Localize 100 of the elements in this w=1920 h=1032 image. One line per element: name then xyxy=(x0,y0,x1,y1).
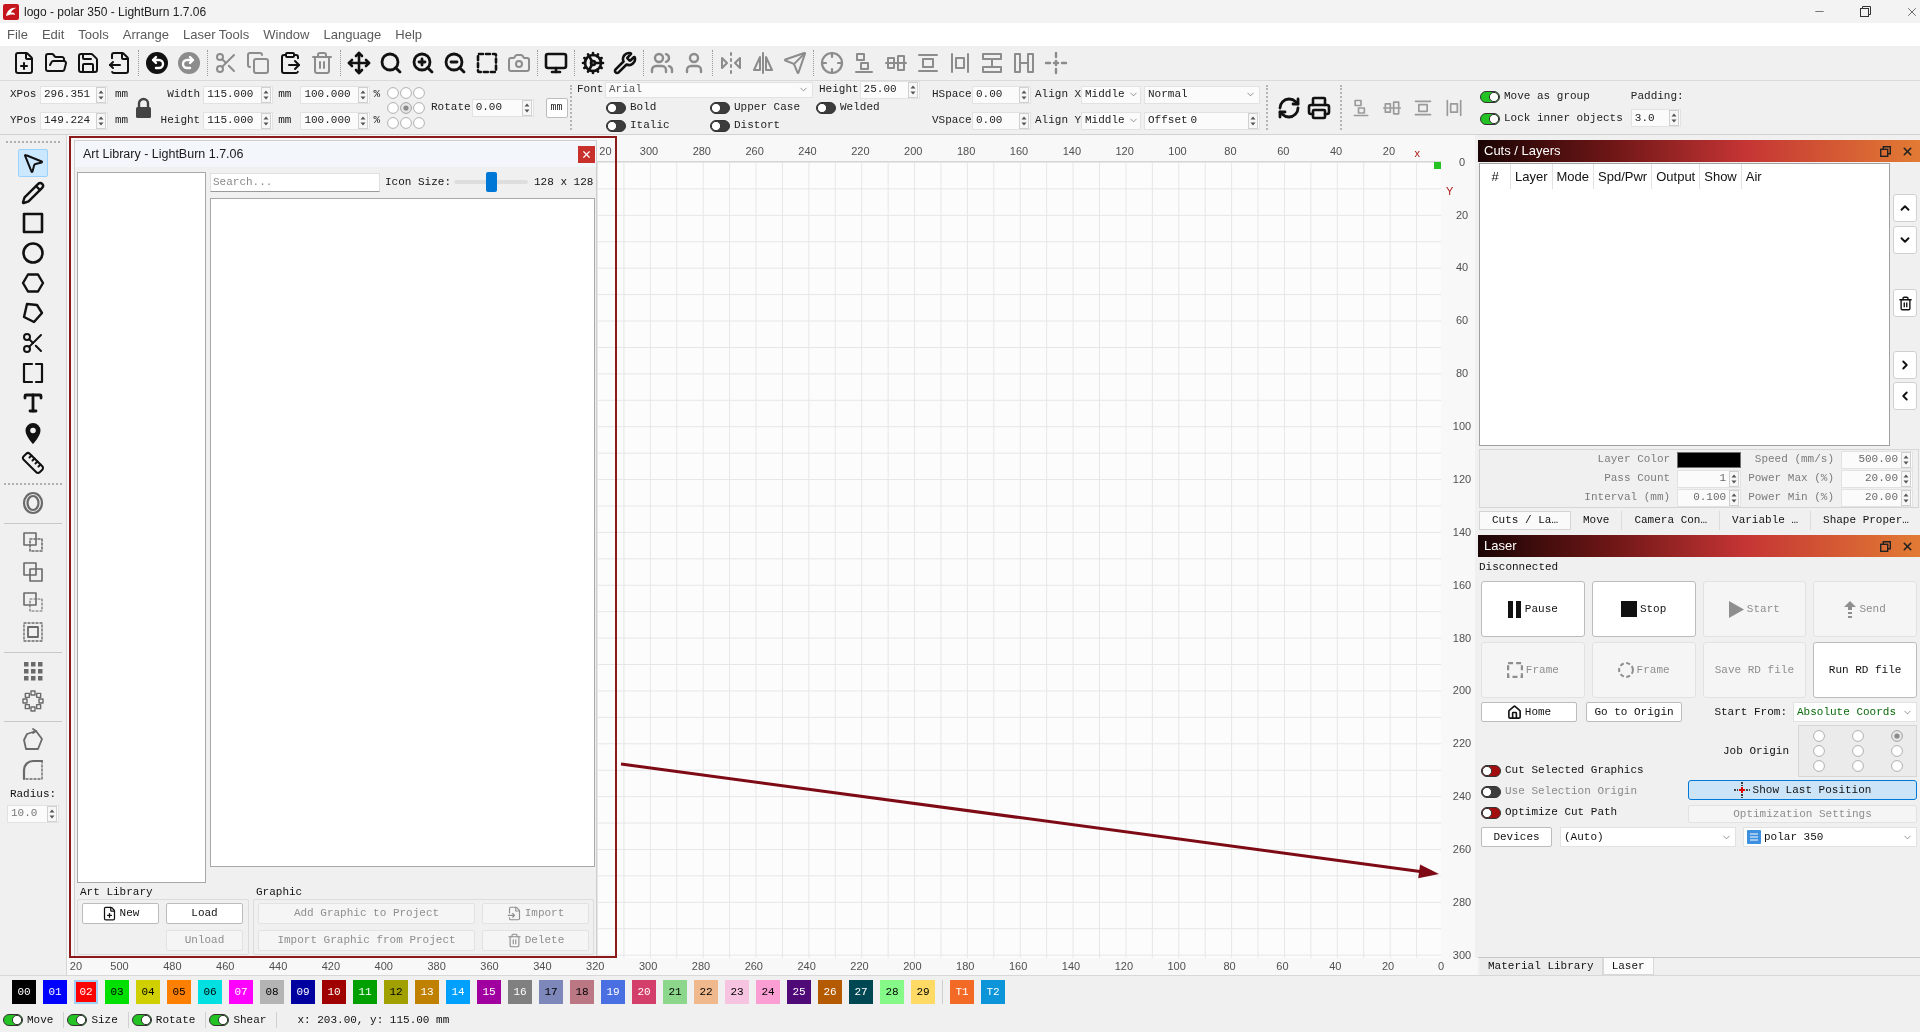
zoom-out-icon[interactable] xyxy=(443,51,467,75)
spin-arrows-icon[interactable] xyxy=(907,81,918,98)
spin-arrows-icon[interactable] xyxy=(358,86,369,103)
radio-button[interactable] xyxy=(1851,760,1864,773)
layer-color-button[interactable]: 21 xyxy=(663,980,687,1004)
magnifier-icon[interactable] xyxy=(379,51,403,75)
restore-icon[interactable] xyxy=(1880,540,1891,552)
radius-field[interactable]: 10.0 xyxy=(7,804,59,823)
menu-item[interactable]: Laser Tools xyxy=(175,24,257,45)
option-toggle[interactable]: Lock inner objects xyxy=(1480,110,1623,127)
layer-color-button[interactable]: 29 xyxy=(911,980,935,1004)
spacing-field[interactable]: 0.00 xyxy=(972,111,1031,130)
search-field[interactable]: Search... xyxy=(210,172,380,192)
option-toggle[interactable]: Move xyxy=(3,1012,54,1028)
zoom-in-icon[interactable] xyxy=(411,51,435,75)
layer-color-button[interactable]: 18 xyxy=(570,980,594,1004)
radio-button[interactable] xyxy=(400,101,412,114)
menu-item[interactable]: Tools xyxy=(71,24,116,45)
delete-button[interactable] xyxy=(1893,289,1917,317)
spin-arrows-icon[interactable] xyxy=(1729,489,1740,506)
menu-item[interactable]: Help xyxy=(388,24,430,45)
layer-color-button[interactable]: 04 xyxy=(136,980,160,1004)
layer-color-button[interactable]: 10 xyxy=(322,980,346,1004)
layer-color-button[interactable]: 15 xyxy=(477,980,501,1004)
layer-color-button[interactable]: 17 xyxy=(539,980,563,1004)
spin-arrows-icon[interactable] xyxy=(1668,109,1679,126)
radio-button[interactable] xyxy=(413,86,425,99)
layer-color-button[interactable]: 01 xyxy=(43,980,67,1004)
layer-color-button[interactable]: 00 xyxy=(12,980,36,1004)
menu-item[interactable]: Arrange xyxy=(115,24,176,45)
dock-tab[interactable]: Laser xyxy=(1602,958,1654,975)
spin-arrows-icon[interactable] xyxy=(1901,451,1911,468)
spin-arrows-icon[interactable] xyxy=(47,805,57,822)
radio-button[interactable] xyxy=(387,86,399,99)
layer-color-button[interactable]: 06 xyxy=(198,980,222,1004)
move-up-button[interactable] xyxy=(1893,194,1917,222)
move-down-button[interactable] xyxy=(1893,226,1917,254)
option-toggle[interactable]: Rotate xyxy=(131,1012,196,1028)
option-toggle[interactable]: Move as group xyxy=(1480,88,1623,105)
spin-arrows-icon[interactable] xyxy=(1019,112,1029,129)
layer-color-button[interactable]: 19 xyxy=(601,980,625,1004)
radio-button[interactable] xyxy=(1890,760,1903,773)
nav-button[interactable]: Go to Origin xyxy=(1586,702,1682,722)
laser-button[interactable]: Run RD file xyxy=(1813,642,1917,698)
radio-button[interactable] xyxy=(400,86,412,99)
layer-color-button[interactable]: 05 xyxy=(167,980,191,1004)
setting-field[interactable]: 20.00 xyxy=(1841,469,1913,488)
monitor-icon[interactable] xyxy=(544,51,568,75)
layer-color-button[interactable]: 28 xyxy=(880,980,904,1004)
size-field[interactable]: 115.000 xyxy=(203,111,274,130)
library-button[interactable]: Load xyxy=(166,903,243,924)
position-field[interactable]: 296.351 xyxy=(40,85,108,104)
folder-icon[interactable] xyxy=(44,51,68,75)
restore-icon[interactable] xyxy=(1860,6,1871,17)
dashed-square-icon[interactable] xyxy=(475,51,499,75)
radio-button[interactable] xyxy=(387,101,399,114)
column-header[interactable]: Air xyxy=(1741,164,1766,189)
rotate-field[interactable]: 0.00 xyxy=(471,98,534,117)
clipboard-icon[interactable] xyxy=(278,51,302,75)
layer-color-button[interactable]: 25 xyxy=(787,980,811,1004)
padlock-icon[interactable] xyxy=(135,96,153,119)
align-dropdown[interactable]: Middle xyxy=(1081,111,1141,130)
nav-button[interactable]: Home xyxy=(1481,702,1577,722)
restore-icon[interactable] xyxy=(1880,145,1891,157)
spin-arrows-icon[interactable] xyxy=(1729,470,1740,487)
column-header[interactable]: # xyxy=(1480,164,1511,189)
mode-dropdown[interactable]: Normal xyxy=(1144,85,1260,104)
layer-color-button[interactable]: 24 xyxy=(756,980,780,1004)
spin-arrows-icon[interactable] xyxy=(261,112,272,129)
option-toggle[interactable]: Cut Selected Graphics xyxy=(1481,760,1688,781)
radio-button[interactable] xyxy=(1851,745,1864,757)
radio-button[interactable] xyxy=(1812,760,1825,773)
spin-arrows-icon[interactable] xyxy=(96,86,106,103)
radio-button[interactable] xyxy=(1851,729,1864,742)
layer-color-button[interactable]: 08 xyxy=(260,980,284,1004)
file-arrow-icon[interactable] xyxy=(108,51,132,75)
laser-button[interactable]: Stop xyxy=(1591,581,1696,637)
radio-button[interactable] xyxy=(413,116,425,129)
font-dropdown[interactable]: Arial xyxy=(605,81,813,98)
column-header[interactable]: Layer xyxy=(1511,164,1553,189)
menu-item[interactable]: Window xyxy=(256,24,317,45)
spin-arrows-icon[interactable] xyxy=(96,112,106,129)
scale-field[interactable]: 100.000 xyxy=(300,85,371,104)
menu-item[interactable]: Edit xyxy=(34,24,72,45)
layer-color-button[interactable]: 02 xyxy=(74,980,98,1004)
spin-arrows-icon[interactable] xyxy=(1901,489,1911,506)
spin-arrows-icon[interactable] xyxy=(1901,470,1911,487)
offset-field[interactable]: Offset 0 xyxy=(1144,111,1260,130)
column-header[interactable]: Show xyxy=(1700,164,1742,189)
option-toggle[interactable]: Optimize Cut Path xyxy=(1481,802,1688,823)
spacing-field[interactable]: 0.00 xyxy=(972,85,1031,104)
device-dropdown[interactable]: polar 350 xyxy=(1743,827,1917,847)
setting-field[interactable]: 20.00 xyxy=(1841,488,1913,507)
layer-color-button[interactable]: 16 xyxy=(508,980,532,1004)
circular-arrows-icon[interactable] xyxy=(1277,95,1301,120)
setting-field[interactable]: 1 xyxy=(1677,469,1742,488)
close-icon[interactable] xyxy=(1901,539,1914,553)
start-from-dropdown[interactable]: Absolute Coords xyxy=(1793,702,1917,722)
radio-button[interactable] xyxy=(1890,729,1903,742)
units-button[interactable]: mm xyxy=(545,97,568,118)
